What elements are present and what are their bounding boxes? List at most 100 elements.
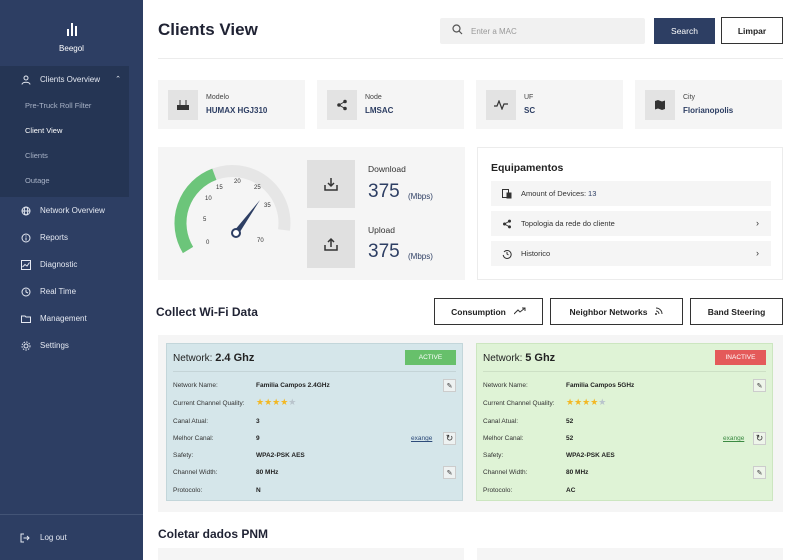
- clock-icon: [20, 286, 32, 298]
- pnm-card: [158, 548, 464, 560]
- sidebar-sub-pre-truck-roll-filter[interactable]: Pre-Truck Roll Filter: [0, 93, 129, 118]
- protocolo-value: AC: [566, 487, 576, 494]
- row-label: Protocolo:: [483, 487, 513, 494]
- melhor-canal-value: 52: [566, 435, 574, 442]
- folder-icon: [20, 313, 32, 325]
- gauge-tick-label: 10: [205, 196, 212, 202]
- mac-search-input[interactable]: [471, 26, 621, 36]
- melhor-canal-value: 9: [256, 435, 260, 442]
- gear-icon: [20, 340, 32, 352]
- download-icon: [307, 160, 355, 208]
- share-icon: [501, 219, 513, 229]
- topology-label: Topologia da rede do cliente: [521, 219, 615, 228]
- search-box: [440, 18, 645, 44]
- status-badge: ACTIVE: [405, 350, 456, 365]
- refresh-icon[interactable]: ↻: [753, 432, 766, 445]
- sidebar-sub-client-view[interactable]: Client View: [0, 118, 129, 143]
- logout-button[interactable]: Log out: [0, 514, 143, 560]
- clients-overview-group: Clients Overview ⌃ Pre-Truck Roll Filter…: [0, 66, 129, 197]
- trending-up-icon: [513, 307, 526, 317]
- topology-row[interactable]: Topologia da rede do cliente ›: [491, 211, 771, 236]
- row-label: Safety:: [483, 452, 504, 459]
- user-icon: [20, 74, 32, 86]
- sidebar-item-clients-overview[interactable]: Clients Overview ⌃: [0, 66, 129, 93]
- sidebar-item-reports[interactable]: Reports: [0, 224, 143, 251]
- band-steering-button[interactable]: Band Steering: [690, 298, 783, 325]
- canal-atual-value: 52: [566, 418, 574, 425]
- download-value: 375: [368, 181, 400, 202]
- neighbor-networks-button[interactable]: Neighbor Networks: [550, 298, 683, 325]
- speed-gauge: 0 5 10 15 20 25 35 70: [174, 165, 291, 254]
- search-button[interactable]: Search: [654, 18, 715, 44]
- gauge-hub: [231, 228, 241, 238]
- row-label: Canal Atual:: [173, 418, 209, 425]
- download-label: Download: [368, 164, 406, 174]
- quality-stars: ★★★★★: [566, 397, 607, 407]
- logo: Beegol: [0, 22, 143, 53]
- search-icon: [452, 22, 463, 40]
- pulse-icon: [486, 89, 516, 120]
- history-row[interactable]: Historico ›: [491, 241, 771, 266]
- gauge-tick-label: 0: [206, 240, 210, 246]
- sidebar-sub-clients[interactable]: Clients: [0, 143, 129, 168]
- network-prefix: Network:: [173, 353, 216, 364]
- sidebar-item-label: Management: [40, 314, 87, 323]
- share-icon: [327, 89, 357, 120]
- edit-icon[interactable]: ✎: [443, 379, 456, 392]
- divider: [158, 58, 783, 59]
- status-badge: INACTIVE: [715, 350, 766, 365]
- info-label: Node: [365, 94, 382, 101]
- sidebar-item-settings[interactable]: Settings: [0, 332, 143, 359]
- sidebar-item-label: Reports: [40, 233, 69, 242]
- channel-width-value: 80 MHz: [566, 469, 589, 476]
- neighbor-networks-label: Neighbor Networks: [569, 306, 648, 317]
- upload-label: Upload: [368, 225, 395, 235]
- network-title: Network: 5 Ghz: [483, 352, 555, 364]
- quality-stars: ★★★★★: [256, 397, 297, 407]
- sidebar-item-real-time[interactable]: Real Time: [0, 278, 143, 305]
- channel-width-value: 80 MHz: [256, 469, 279, 476]
- row-label: Canal Atual:: [483, 418, 519, 425]
- sidebar-item-diagnostic[interactable]: Diagnostic: [0, 251, 143, 278]
- edit-icon[interactable]: ✎: [753, 379, 766, 392]
- sidebar-sub-outage[interactable]: Outage: [0, 168, 129, 193]
- clear-button[interactable]: Limpar: [721, 17, 783, 44]
- consumption-button[interactable]: Consumption: [434, 298, 543, 325]
- row-label: Current Channel Quality:: [173, 400, 245, 407]
- speed-panel: 0 5 10 15 20 25 35 70 Download 375 (Mbps…: [158, 147, 465, 280]
- exange-link[interactable]: exange: [411, 435, 432, 442]
- info-label: City: [683, 94, 696, 101]
- safety-value: WPA2-PSK AES: [256, 452, 305, 459]
- network-band: 5 Ghz: [525, 352, 556, 364]
- info-card-modelo: Modelo HUMAX HGJ310: [158, 80, 305, 129]
- pnm-section-title: Coletar dados PNM: [158, 527, 269, 541]
- info-icon: [20, 232, 32, 244]
- protocolo-value: N: [256, 487, 261, 494]
- edit-icon[interactable]: ✎: [753, 466, 766, 479]
- info-card-node: Node LMSAC: [317, 80, 464, 129]
- network-card-5ghz: Network: 5 Ghz INACTIVE Network Name: Fa…: [476, 343, 773, 501]
- chevron-up-icon[interactable]: ⌃: [115, 75, 121, 83]
- brand-name: Beegol: [59, 44, 84, 53]
- sidebar-item-management[interactable]: Management: [0, 305, 143, 332]
- row-label: Channel Width:: [173, 469, 218, 476]
- equipamentos-title: Equipamentos: [491, 162, 564, 174]
- chevron-right-icon: ›: [756, 248, 759, 258]
- row-label: Melhor Canal:: [483, 435, 524, 442]
- chevron-right-icon: ›: [756, 218, 759, 228]
- refresh-icon[interactable]: ↻: [443, 432, 456, 445]
- exange-link[interactable]: exange: [723, 435, 744, 442]
- sidebar-item-label: Network Overview: [40, 206, 105, 215]
- edit-icon[interactable]: ✎: [443, 466, 456, 479]
- pnm-card: [477, 548, 783, 560]
- gauge-tick-label: 25: [254, 185, 261, 191]
- info-value: LMSAC: [365, 106, 394, 115]
- router-icon: [168, 89, 198, 120]
- main-content: Clients View Search Limpar Modelo HUMAX H…: [143, 0, 800, 560]
- network-prefix: Network:: [483, 353, 526, 364]
- info-value: HUMAX HGJ310: [206, 106, 268, 115]
- sidebar-nav: Clients Overview ⌃ Pre-Truck Roll Filter…: [0, 66, 143, 359]
- canal-atual-value: 3: [256, 418, 260, 425]
- sidebar-item-network-overview[interactable]: Network Overview: [0, 197, 143, 224]
- network-name-value: Familia Campos 2.4GHz: [256, 382, 330, 389]
